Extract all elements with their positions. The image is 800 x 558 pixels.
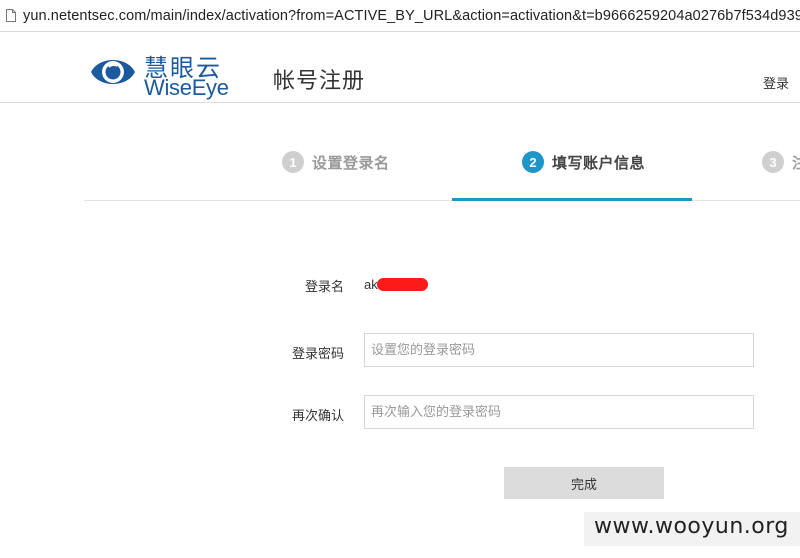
password-input[interactable] <box>364 333 754 367</box>
finish-button[interactable]: 完成 <box>504 467 664 499</box>
eye-logo-icon <box>91 60 135 84</box>
username-value: ak <box>364 277 378 292</box>
step-number: 3 <box>762 151 784 173</box>
step-number: 2 <box>522 151 544 173</box>
confirm-password-label: 再次确认 <box>291 409 344 424</box>
password-label: 登录密码 <box>291 347 344 362</box>
step-set-username: 1 设置登录名 <box>282 151 390 173</box>
logo-english-text: WiseEye <box>144 75 229 100</box>
step-account-info: 2 填写账户信息 <box>522 151 645 173</box>
watermark-text: www.wooyun.org <box>594 514 789 539</box>
confirm-password-input[interactable] <box>364 395 754 429</box>
login-link[interactable]: 登录 <box>763 73 789 92</box>
address-bar[interactable]: yun.netentsec.com/main/index/activation?… <box>0 0 800 32</box>
step-complete: 3 注 <box>762 151 800 173</box>
step-label: 设置登录名 <box>312 153 390 172</box>
username-label: 登录名 <box>304 280 344 295</box>
step-label: 注 <box>792 152 800 173</box>
page-icon <box>6 9 16 22</box>
page-title: 帐号注册 <box>273 69 366 94</box>
step-indicator: 1 设置登录名 2 填写账户信息 3 注 <box>84 120 800 201</box>
url-text[interactable]: yun.netentsec.com/main/index/activation?… <box>23 8 800 24</box>
active-step-underline <box>452 198 692 201</box>
step-label: 填写账户信息 <box>552 153 646 172</box>
redaction-mark <box>377 278 428 291</box>
step-number: 1 <box>282 151 304 173</box>
site-header: 慧眼云 WiseEye 帐号注册 登录 <box>0 32 800 103</box>
